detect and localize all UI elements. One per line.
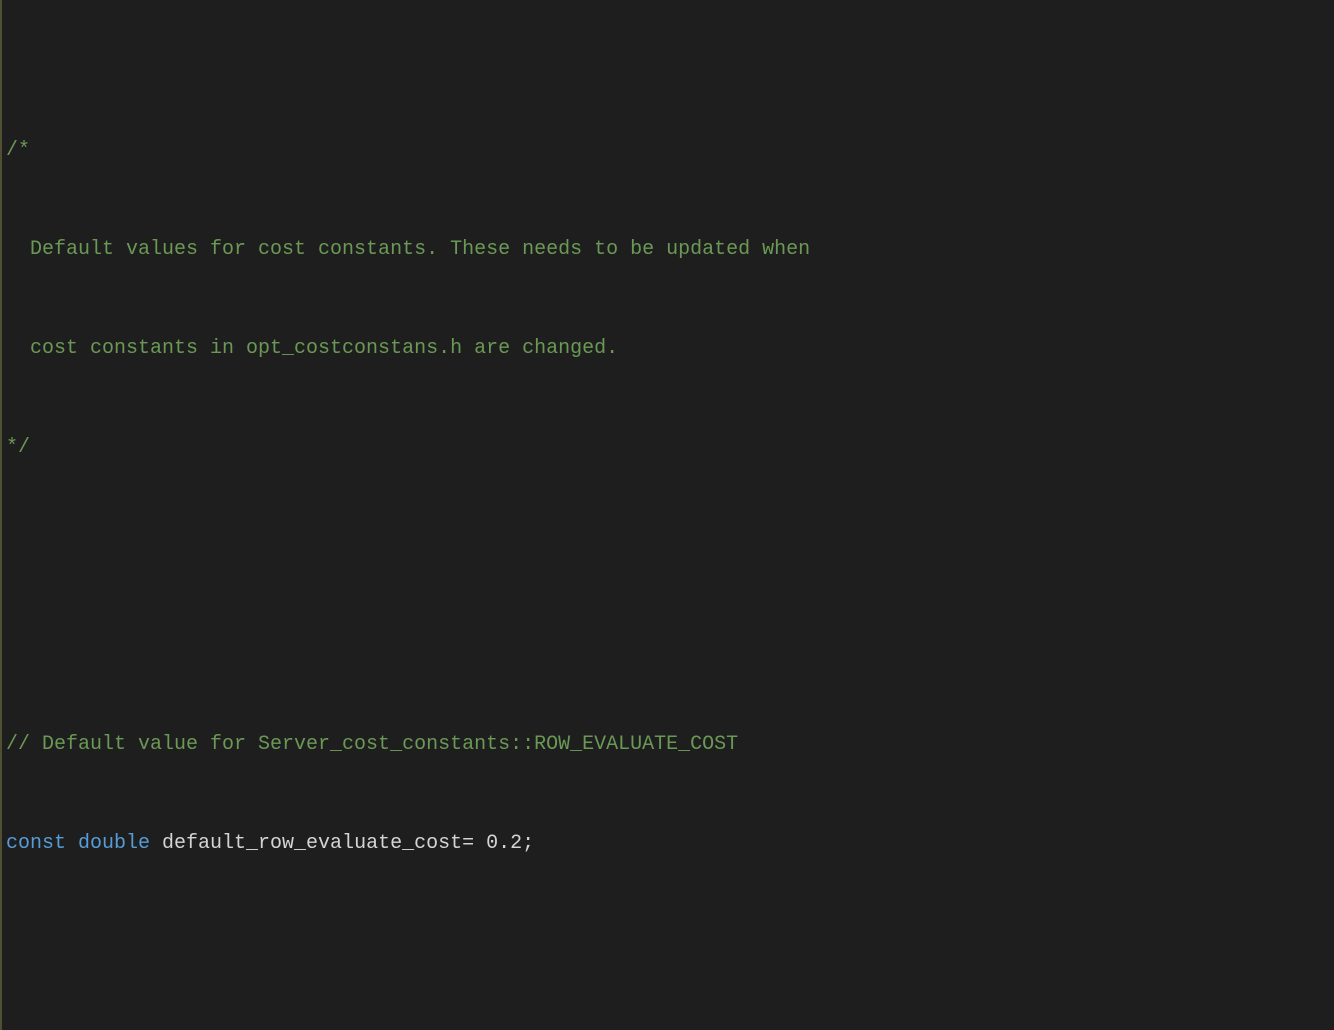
semi: ; — [522, 827, 534, 860]
line-comment: // Default value for Server_cost_constan… — [6, 728, 738, 761]
block-comment-text: Default values for cost constants. These… — [6, 233, 810, 266]
eq: = — [462, 827, 486, 860]
code-line[interactable]: */ — [4, 431, 1334, 464]
var-value: 0.2 — [486, 827, 522, 860]
code-line[interactable]: /* — [4, 134, 1334, 167]
block-comment-text: cost constants in opt_costconstans.h are… — [6, 332, 618, 365]
code-line[interactable]: Default values for cost constants. These… — [4, 233, 1334, 266]
blank-line[interactable] — [4, 959, 1334, 992]
indent-rail — [0, 0, 2, 1030]
code-editor[interactable]: /* Default values for cost constants. Th… — [0, 0, 1334, 1030]
kw-const: const — [6, 827, 78, 860]
block-comment-open: /* — [6, 134, 30, 167]
block-comment-close: */ — [6, 431, 30, 464]
code-line[interactable]: cost constants in opt_costconstans.h are… — [4, 332, 1334, 365]
kw-double: double — [78, 827, 162, 860]
var-name: default_row_evaluate_cost — [162, 827, 462, 860]
blank-line[interactable] — [4, 563, 1334, 596]
code-area[interactable]: /* Default values for cost constants. Th… — [4, 0, 1334, 1030]
code-line[interactable]: const double default_row_evaluate_cost= … — [4, 827, 1334, 860]
code-line[interactable]: // Default value for Server_cost_constan… — [4, 728, 1334, 761]
